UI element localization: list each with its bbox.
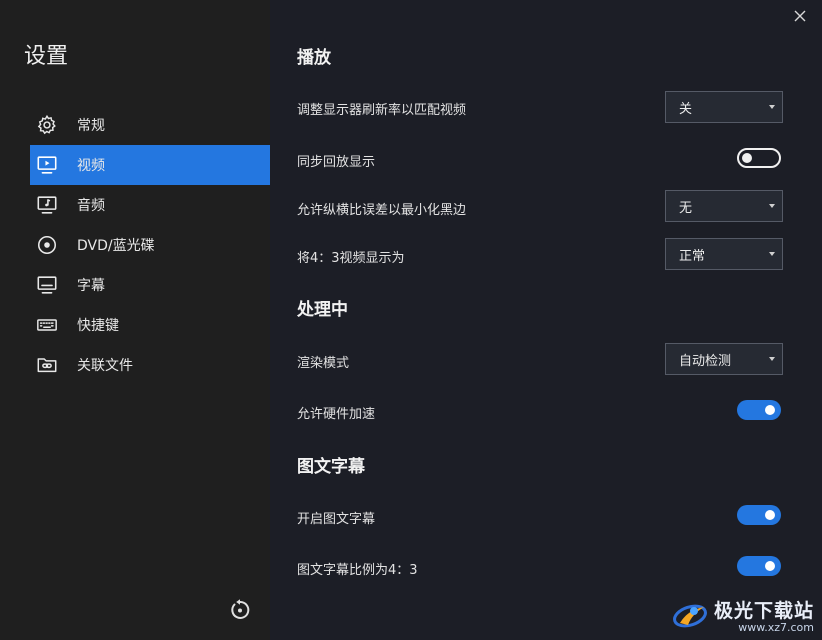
monitor-music-icon xyxy=(36,194,58,216)
subtitle-ratio-toggle[interactable] xyxy=(737,556,781,576)
watermark-name: 极光下载站 xyxy=(713,600,814,622)
section-title-subtitles: 图文字幕 xyxy=(297,457,365,477)
sidebar-title: 设置 xyxy=(24,44,69,69)
sidebar-item-file-association[interactable]: 关联文件 xyxy=(30,345,270,385)
sidebar-item-audio[interactable]: 音频 xyxy=(30,185,270,225)
refresh-rate-label: 调整显示器刷新率以匹配视频 xyxy=(297,103,467,118)
folder-link-icon xyxy=(36,354,58,376)
sidebar-item-label: 视频 xyxy=(77,158,105,174)
section-title-playback: 播放 xyxy=(297,48,331,68)
sidebar-nav: 常规 视频 音频 DVD/蓝光碟 字幕 快捷键 关联文件 xyxy=(30,105,270,385)
toggle-knob xyxy=(742,153,752,163)
chevron-down-icon xyxy=(769,252,775,256)
refresh-rate-value: 关 xyxy=(679,101,693,117)
reset-button[interactable] xyxy=(228,598,252,622)
ratio-display-label: 将4：3视频显示为 xyxy=(297,251,405,266)
render-mode-select[interactable]: 自动检测 xyxy=(665,343,783,375)
sync-playback-toggle[interactable] xyxy=(737,148,781,168)
section-title-processing: 处理中 xyxy=(297,300,348,320)
render-mode-label: 渲染模式 xyxy=(297,356,350,371)
enable-subtitles-toggle[interactable] xyxy=(737,505,781,525)
aspect-error-select[interactable]: 无 xyxy=(665,190,783,222)
sidebar-item-label: 快捷键 xyxy=(77,318,119,334)
watermark: 极光下载站 www.xz7.com xyxy=(670,596,814,634)
enable-subtitles-label: 开启图文字幕 xyxy=(297,512,376,527)
sidebar: 设置 常规 视频 音频 DVD/蓝光碟 字幕 快捷键 关联文件 xyxy=(0,0,270,640)
chevron-down-icon xyxy=(769,357,775,361)
main-panel: 播放 调整显示器刷新率以匹配视频 关 同步回放显示 允许纵横比误差以最小化黑边 … xyxy=(270,0,822,640)
reset-icon xyxy=(228,599,252,626)
sidebar-item-label: 关联文件 xyxy=(77,358,133,374)
ratio-display-value: 正常 xyxy=(679,248,706,264)
close-icon xyxy=(792,9,808,28)
hw-accel-label: 允许硬件加速 xyxy=(297,407,376,422)
refresh-rate-select[interactable]: 关 xyxy=(665,91,783,123)
subtitle-ratio-label: 图文字幕比例为4：3 xyxy=(297,563,418,578)
chevron-down-icon xyxy=(769,105,775,109)
sidebar-item-dvd[interactable]: DVD/蓝光碟 xyxy=(30,225,270,265)
sidebar-item-general[interactable]: 常规 xyxy=(30,105,270,145)
toggle-knob xyxy=(765,561,775,571)
sidebar-item-video[interactable]: 视频 xyxy=(30,145,270,185)
gear-icon xyxy=(36,114,58,136)
watermark-url: www.xz7.com xyxy=(738,621,814,634)
watermark-logo-icon xyxy=(670,599,710,631)
chevron-down-icon xyxy=(769,204,775,208)
toggle-knob xyxy=(765,510,775,520)
aspect-error-value: 无 xyxy=(679,200,693,216)
toggle-knob xyxy=(765,405,775,415)
sidebar-item-label: 音频 xyxy=(77,198,105,214)
sidebar-item-subtitles[interactable]: 字幕 xyxy=(30,265,270,305)
sidebar-item-label: 字幕 xyxy=(77,278,105,294)
aspect-error-label: 允许纵横比误差以最小化黑边 xyxy=(297,203,467,218)
sync-playback-label: 同步回放显示 xyxy=(297,155,376,170)
disc-icon xyxy=(36,234,58,256)
close-button[interactable] xyxy=(792,8,808,24)
subtitle-icon xyxy=(36,274,58,296)
ratio-display-select[interactable]: 正常 xyxy=(665,238,783,270)
sidebar-item-label: 常规 xyxy=(77,118,105,134)
sidebar-item-shortcuts[interactable]: 快捷键 xyxy=(30,305,270,345)
render-mode-value: 自动检测 xyxy=(679,353,732,369)
hw-accel-toggle[interactable] xyxy=(737,400,781,420)
monitor-play-icon xyxy=(36,154,58,176)
sidebar-item-label: DVD/蓝光碟 xyxy=(77,238,155,254)
keyboard-icon xyxy=(36,314,58,336)
